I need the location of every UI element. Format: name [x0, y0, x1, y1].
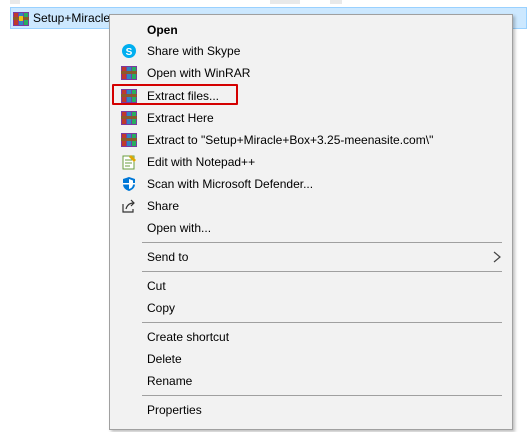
- menu-item-label: Copy: [147, 301, 176, 315]
- share-icon: [122, 199, 135, 213]
- file-name: Setup+Miracle: [33, 11, 111, 25]
- menu-item-extract-here[interactable]: Extract Here: [112, 107, 510, 129]
- menu-item-label: Open with...: [147, 221, 212, 235]
- menu-item-open-with[interactable]: Open with...: [112, 217, 510, 239]
- winrar-icon: [121, 66, 137, 80]
- svg-text:S: S: [126, 47, 133, 58]
- menu-separator: [142, 242, 502, 243]
- menu-separator: [142, 395, 502, 396]
- menu-item-label: Share: [147, 199, 180, 213]
- winrar-icon: [121, 133, 137, 147]
- menu-item-label: Edit with Notepad++: [147, 155, 256, 169]
- defender-shield-icon: [123, 177, 135, 191]
- menu-separator: [142, 271, 502, 272]
- menu-item-share[interactable]: Share: [112, 195, 510, 217]
- menu-item-cut[interactable]: Cut: [112, 275, 510, 297]
- menu-item-label: Extract to "Setup+Miracle+Box+3.25-meena…: [147, 133, 434, 147]
- menu-item-label: Delete: [147, 352, 182, 366]
- skype-icon: S: [122, 44, 136, 58]
- previous-row-fragment: [10, 0, 20, 4]
- menu-item-extract-to-folder[interactable]: Extract to "Setup+Miracle+Box+3.25-meena…: [112, 129, 510, 151]
- menu-item-properties[interactable]: Properties: [112, 399, 510, 421]
- previous-row-fragment: [270, 0, 300, 4]
- menu-item-rename[interactable]: Rename: [112, 370, 510, 392]
- menu-item-copy[interactable]: Copy: [112, 297, 510, 319]
- menu-item-delete[interactable]: Delete: [112, 348, 510, 370]
- menu-item-label: Open with WinRAR: [147, 66, 251, 80]
- menu-item-open[interactable]: Open: [112, 19, 510, 41]
- notepad-plus-plus-icon: [122, 155, 136, 170]
- menu-item-label: Share with Skype: [147, 44, 241, 58]
- chevron-right-icon: [493, 251, 501, 263]
- menu-item-send-to[interactable]: Send to: [112, 246, 510, 268]
- menu-item-label: Extract Here: [147, 111, 214, 125]
- previous-file-row[interactable]: [0, 0, 527, 6]
- menu-item-label: Cut: [147, 279, 166, 293]
- winrar-icon: [121, 111, 137, 125]
- menu-item-label: Open: [147, 23, 178, 37]
- menu-separator: [142, 322, 502, 323]
- menu-item-label: Properties: [147, 403, 202, 417]
- menu-item-create-shortcut[interactable]: Create shortcut: [112, 326, 510, 348]
- menu-item-label: Scan with Microsoft Defender...: [147, 177, 314, 191]
- menu-item-edit-with-notepad[interactable]: Edit with Notepad++: [112, 151, 510, 173]
- menu-item-scan-with-defender[interactable]: Scan with Microsoft Defender...: [112, 173, 510, 195]
- winrar-archive-icon: [13, 12, 29, 26]
- menu-item-label: Create shortcut: [147, 330, 230, 344]
- menu-item-open-with-winrar[interactable]: Open with WinRAR: [112, 62, 510, 84]
- previous-row-fragment: [330, 0, 342, 4]
- menu-item-share-with-skype[interactable]: S Share with Skype: [112, 40, 510, 62]
- menu-item-label: Send to: [147, 250, 189, 264]
- menu-item-label: Rename: [147, 374, 193, 388]
- highlight-box: [112, 84, 238, 105]
- context-menu: Open S Share with Skype Open with WinRAR…: [109, 14, 513, 430]
